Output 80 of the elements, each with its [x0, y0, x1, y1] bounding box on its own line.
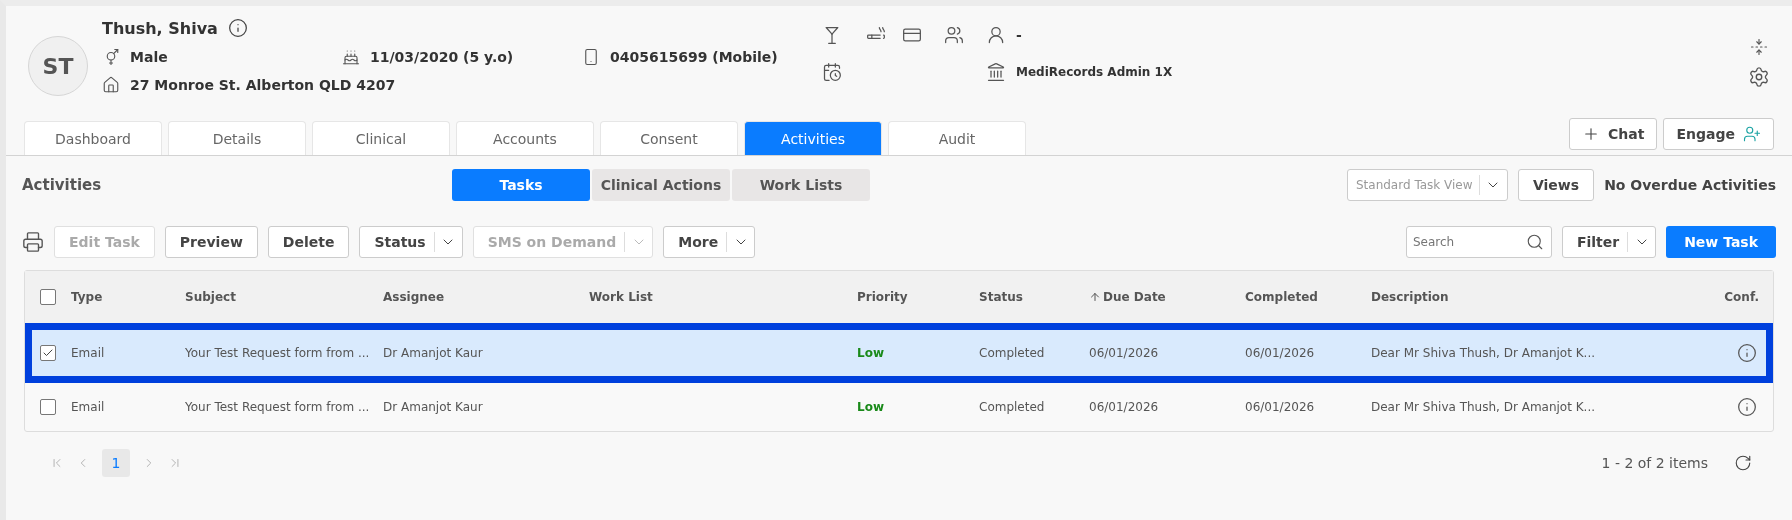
split-button[interactable]: Status [359, 226, 463, 258]
items-summary: 1 - 2 of 2 items [1601, 455, 1708, 471]
table-cell-text: Dr Amanjot Kaur [383, 346, 484, 360]
info-icon[interactable] [1737, 343, 1757, 363]
table-cell-text: 06/01/2026 [1089, 400, 1160, 414]
add-person-icon [1743, 124, 1761, 143]
people-icon[interactable] [944, 25, 964, 45]
building-icon [986, 62, 1006, 82]
printer-icon[interactable] [22, 231, 44, 253]
info-icon[interactable] [1737, 397, 1757, 417]
column-header[interactable]: Completed [1245, 290, 1371, 304]
section-title: Activities [22, 176, 103, 194]
column-header[interactable]: Work List [589, 290, 857, 304]
view-tab[interactable]: Work Lists [732, 169, 870, 201]
avatar: ST [28, 36, 88, 96]
engage-button[interactable]: Engage [1663, 117, 1774, 150]
patient-name: Thush, Shiva [102, 18, 218, 38]
search-field[interactable]: Search [1405, 226, 1552, 258]
phone-icon [582, 48, 600, 66]
split-button[interactable]: More [663, 226, 756, 258]
filter-button[interactable]: Filter [1561, 226, 1657, 258]
tab[interactable]: Audit [888, 121, 1026, 155]
tab[interactable]: Clinical [312, 121, 450, 155]
table-cell-text: Your Test Request form from ... [185, 400, 371, 414]
tab[interactable]: Accounts [456, 121, 594, 155]
table-cell-text: Dr Amanjot Kaur [383, 400, 484, 414]
table-cell-text: Low [857, 346, 885, 360]
info-icon[interactable] [227, 18, 248, 38]
table-cell-text: Completed [979, 400, 1046, 414]
chat-button[interactable]: Chat [1569, 117, 1658, 150]
table-cell-text: Your Test Request form from ... [185, 346, 371, 360]
column-header[interactable]: Description [1371, 290, 1621, 304]
column-header[interactable]: Due Date [1089, 290, 1245, 304]
views-button[interactable]: Views [1517, 169, 1595, 201]
column-header[interactable]: Type [71, 290, 185, 304]
table-cell-text: Dear Mr Shiva Thush, Dr Amanjot K... [1371, 346, 1597, 360]
person-icon[interactable] [986, 25, 1006, 45]
tab[interactable]: Activities [744, 121, 882, 155]
checkbox[interactable] [40, 345, 56, 361]
table-cell-text: Email [71, 346, 106, 360]
table-cell-text: 06/01/2026 [1089, 346, 1160, 360]
toolbar-button[interactable]: Preview [164, 226, 258, 258]
column-header[interactable]: Assignee [383, 290, 589, 304]
address: 27 Monroe St. Alberton QLD 4207 [130, 77, 396, 93]
table-cell-text: Completed [979, 346, 1046, 360]
settings-icon[interactable] [1748, 66, 1770, 88]
tab[interactable]: Consent [600, 121, 738, 155]
toolbar-button[interactable]: Delete [267, 226, 350, 258]
checkbox[interactable] [40, 289, 56, 305]
view-tab[interactable]: Clinical Actions [592, 169, 730, 201]
overdue-status: No Overdue Activities [1604, 177, 1776, 193]
table-cell-text: 06/01/2026 [1245, 346, 1316, 360]
phone-number: 0405615699 (Mobile) [610, 49, 778, 65]
table-cell-text: Dear Mr Shiva Thush, Dr Amanjot K... [1371, 400, 1597, 414]
column-header[interactable]: Status [979, 290, 1089, 304]
refresh-icon[interactable] [1734, 454, 1752, 472]
column-header[interactable]: Priority [857, 290, 979, 304]
cake-icon [342, 48, 360, 66]
view-tab[interactable]: Tasks [452, 169, 590, 201]
calendar-clock-icon[interactable] [822, 62, 842, 82]
new-task-button[interactable]: New Task [1666, 226, 1776, 258]
gender: Male [130, 49, 168, 65]
column-header[interactable]: Conf. [1621, 290, 1773, 304]
table-cell-text: 06/01/2026 [1245, 400, 1316, 414]
table-cell-text: Low [857, 400, 885, 414]
tab[interactable]: Details [168, 121, 306, 155]
home-icon [102, 76, 120, 94]
practice-name: MediRecords Admin 1X [1016, 65, 1173, 79]
table-row[interactable]: Email Your Test Request form from ... Dr Amanjot Kaur Low Completed 06/01/2026 06/01/2026 Dear Mr Shiva Thush, Dr Amanjot K... [25, 323, 1773, 383]
search-icon [1525, 233, 1544, 251]
date-of-birth: 11/03/2020 (5 y.o) [370, 49, 514, 65]
staff-value: - [1016, 27, 1022, 43]
tab[interactable]: Dashboard [24, 121, 162, 155]
collapse-icon[interactable] [1750, 38, 1768, 56]
table-cell-text: Email [71, 400, 106, 414]
checkbox[interactable] [40, 399, 56, 415]
check-icon [42, 347, 54, 359]
table-row[interactable]: Email Your Test Request form from ... Dr Amanjot Kaur Low Completed 06/01/2026 06/01/2026 Dear Mr Shiva Thush, Dr Amanjot K... [25, 383, 1773, 431]
page-number[interactable]: 1 [102, 449, 130, 477]
column-header[interactable]: Subject [185, 290, 383, 304]
